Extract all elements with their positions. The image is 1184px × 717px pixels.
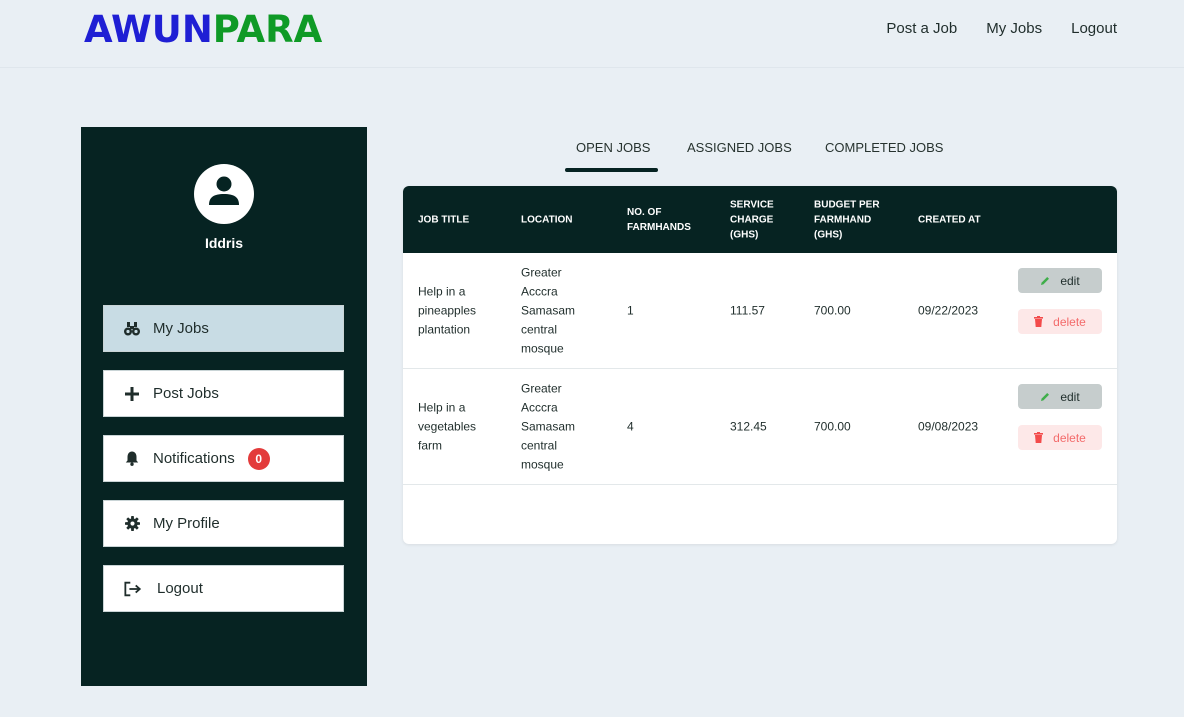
location-cell: Greater Acccra Samasam central mosque bbox=[521, 265, 576, 355]
column-header-service-charge: SERVICE CHARGE (GHS) bbox=[730, 199, 774, 240]
job-title-cell: Help in a vegetables farm bbox=[418, 400, 477, 452]
job-title-cell: Help in a pineapples plantation bbox=[418, 284, 477, 336]
binoculars-icon bbox=[123, 320, 141, 338]
sidebar-item-my-profile[interactable]: My Profile bbox=[103, 500, 344, 547]
edit-label: edit bbox=[1060, 273, 1080, 288]
budget-cell: 700.00 bbox=[814, 303, 851, 317]
column-header-farmhands: NO. OF FARMHANDS bbox=[627, 206, 691, 233]
delete-button[interactable]: delete bbox=[1018, 425, 1102, 450]
service-charge-cell: 111.57 bbox=[730, 303, 765, 317]
farmhands-cell: 4 bbox=[627, 419, 634, 433]
trash-icon bbox=[1034, 316, 1044, 327]
column-header-job-title: JOB TITLE bbox=[418, 214, 470, 225]
sidebar-item-label: My Profile bbox=[153, 515, 220, 532]
bell-icon bbox=[123, 450, 141, 468]
edit-button[interactable]: edit bbox=[1018, 384, 1102, 409]
edit-label: edit bbox=[1060, 389, 1080, 404]
created-at-cell: 09/08/2023 bbox=[918, 419, 979, 433]
brand-logo-part1: AWUN bbox=[84, 8, 213, 51]
created-at-cell: 09/22/2023 bbox=[918, 303, 979, 317]
delete-button[interactable]: delete bbox=[1018, 309, 1102, 334]
sidebar-item-post-jobs[interactable]: Post Jobs bbox=[103, 370, 344, 417]
column-header-created-at: CREATED AT bbox=[918, 214, 981, 225]
table-header: JOB TITLE LOCATION NO. OF FARMHANDS SERV… bbox=[403, 186, 1117, 253]
delete-label: delete bbox=[1053, 430, 1086, 445]
farmhands-cell: 1 bbox=[627, 303, 634, 317]
sidebar-item-notifications[interactable]: Notifications 0 bbox=[103, 435, 344, 482]
tab-completed-jobs[interactable]: COMPLETED JOBS bbox=[825, 140, 943, 155]
active-tab-indicator bbox=[565, 168, 658, 172]
sidebar-item-logout[interactable]: Logout bbox=[103, 565, 344, 612]
gear-icon bbox=[123, 515, 141, 533]
sidebar: Iddris My Jobs Post Jobs Notifications 0… bbox=[81, 127, 367, 686]
sidebar-item-label: Post Jobs bbox=[153, 385, 219, 402]
trash-icon bbox=[1034, 432, 1044, 443]
plus-icon bbox=[123, 385, 141, 403]
sidebar-item-label: My Jobs bbox=[153, 320, 209, 337]
jobs-table: JOB TITLE LOCATION NO. OF FARMHANDS SERV… bbox=[403, 186, 1117, 544]
logout-icon bbox=[124, 580, 142, 598]
nav-my-jobs-link[interactable]: My Jobs bbox=[986, 20, 1042, 37]
table-row: Help in a vegetables farm Greater Acccra… bbox=[403, 369, 1117, 485]
delete-label: delete bbox=[1053, 314, 1086, 329]
username: Iddris bbox=[204, 235, 244, 251]
tab-open-jobs[interactable]: OPEN JOBS bbox=[576, 140, 650, 155]
brand-logo-part2: PARA bbox=[212, 8, 323, 51]
brand-logo[interactable]: AWUNPARA bbox=[84, 8, 322, 51]
location-cell: Greater Acccra Samasam central mosque bbox=[521, 381, 576, 471]
sidebar-item-label: Logout bbox=[157, 580, 203, 597]
top-nav: Post a Job My Jobs Logout bbox=[886, 20, 1117, 37]
edit-button[interactable]: edit bbox=[1018, 268, 1102, 293]
budget-cell: 700.00 bbox=[814, 419, 851, 433]
nav-logout-link[interactable]: Logout bbox=[1071, 20, 1117, 37]
notification-count-badge: 0 bbox=[247, 447, 270, 470]
sidebar-item-label: Notifications bbox=[153, 450, 235, 467]
service-charge-cell: 312.45 bbox=[730, 419, 767, 433]
pencil-icon bbox=[1040, 392, 1050, 402]
column-header-location: LOCATION bbox=[521, 214, 573, 225]
pencil-icon bbox=[1040, 276, 1050, 286]
column-header-budget: BUDGET PER FARMHAND (GHS) bbox=[814, 199, 880, 240]
nav-post-a-job-link[interactable]: Post a Job bbox=[886, 20, 957, 37]
table-row: Help in a pineapples plantation Greater … bbox=[403, 253, 1117, 369]
sidebar-item-my-jobs[interactable]: My Jobs bbox=[103, 305, 344, 352]
tab-assigned-jobs[interactable]: ASSIGNED JOBS bbox=[687, 140, 792, 155]
top-header: AWUNPARA Post a Job My Jobs Logout bbox=[0, 0, 1184, 68]
